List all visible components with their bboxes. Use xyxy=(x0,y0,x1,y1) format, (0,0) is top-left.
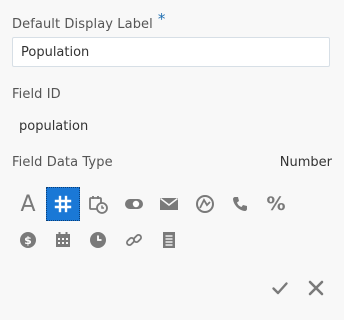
field-editor-panel: Default Display Label * Field ID populati… xyxy=(0,0,344,320)
hash-icon xyxy=(54,195,72,213)
display-label-caption: Default Display Label * xyxy=(12,10,165,32)
checkmark-icon xyxy=(272,282,288,295)
field-id-value: population xyxy=(19,119,89,134)
cancel-button[interactable] xyxy=(304,276,328,300)
data-type-value: Number xyxy=(279,155,332,170)
calendar-icon xyxy=(56,232,70,247)
globe-icon xyxy=(196,195,214,213)
field-id-caption: Field ID xyxy=(12,87,61,102)
number-type-icon[interactable] xyxy=(46,187,80,221)
display-label-input[interactable] xyxy=(12,37,330,67)
clock-icon xyxy=(90,232,106,248)
page-lines-icon xyxy=(163,232,175,248)
currency-icon[interactable]: $ xyxy=(11,223,45,257)
percent-icon[interactable]: % xyxy=(259,187,293,221)
chain-link-icon xyxy=(126,234,142,246)
link-icon[interactable] xyxy=(117,223,151,257)
dollar-circle-icon: $ xyxy=(20,232,36,248)
geo-icon[interactable] xyxy=(188,187,222,221)
time-icon[interactable] xyxy=(81,223,115,257)
text-type-glyph: A xyxy=(20,191,36,217)
toggle-icon xyxy=(125,199,143,209)
date-icon[interactable] xyxy=(46,223,80,257)
dollar-glyph: $ xyxy=(24,234,32,247)
data-type-caption: Field Data Type xyxy=(12,155,113,170)
phone-icon[interactable] xyxy=(223,187,257,221)
boolean-toggle-icon[interactable] xyxy=(117,187,151,221)
required-asterisk: * xyxy=(157,10,166,28)
datetime-type-icon[interactable] xyxy=(81,187,115,221)
percent-glyph: % xyxy=(266,193,286,215)
document-icon[interactable] xyxy=(152,223,186,257)
confirm-button[interactable] xyxy=(268,276,292,300)
envelope-icon xyxy=(160,197,178,210)
calendar-clock-icon xyxy=(89,196,108,214)
text-type-icon[interactable]: A xyxy=(11,187,45,221)
close-icon xyxy=(308,280,324,296)
phone-handset-icon xyxy=(233,197,247,211)
display-label-text: Default Display Label xyxy=(12,17,153,32)
email-icon[interactable] xyxy=(152,187,186,221)
